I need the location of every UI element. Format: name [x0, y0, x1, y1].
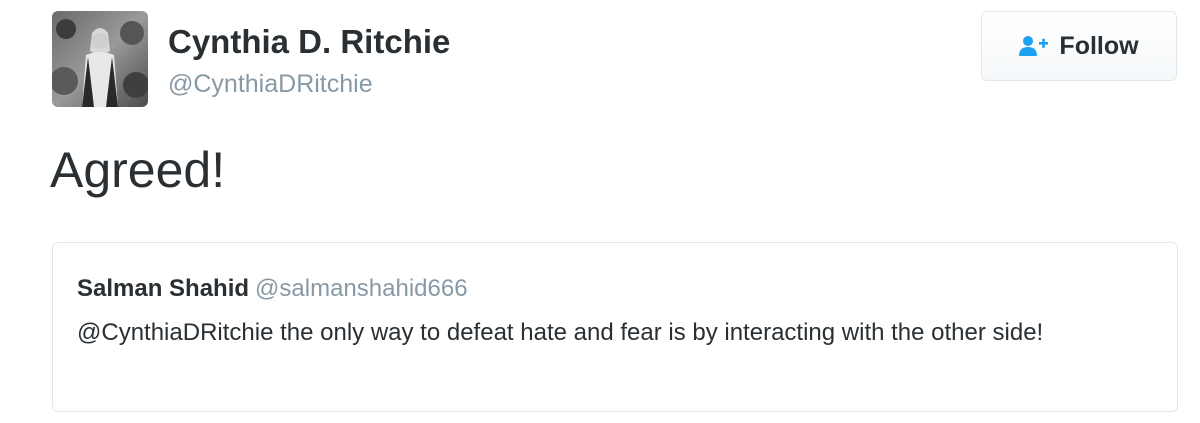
quoted-author-handle: @salmanshahid666: [255, 275, 468, 302]
quoted-tweet-card[interactable]: Salman Shahid @salmanshahid666 @CynthiaDR…: [52, 242, 1178, 412]
author-name[interactable]: Cynthia D. Ritchie: [168, 22, 450, 62]
author-avatar[interactable]: [52, 11, 148, 107]
follow-button[interactable]: Follow: [981, 11, 1177, 81]
quoted-tweet-text: @CynthiaDRitchie the only way to defeat …: [77, 319, 1044, 346]
author-handle[interactable]: @CynthiaDRitchie: [168, 68, 373, 100]
follow-user-plus-icon: [1019, 35, 1049, 57]
quoted-tweet-header: Salman Shahid @salmanshahid666: [77, 274, 468, 307]
embedded-tweet: Cynthia D. Ritchie @CynthiaDRitchie Foll…: [0, 0, 1200, 423]
quoted-author-name: Salman Shahid: [77, 275, 250, 302]
tweet-text: Agreed!: [50, 142, 226, 198]
follow-label: Follow: [1059, 32, 1139, 60]
profile-photo-icon: [52, 11, 148, 107]
